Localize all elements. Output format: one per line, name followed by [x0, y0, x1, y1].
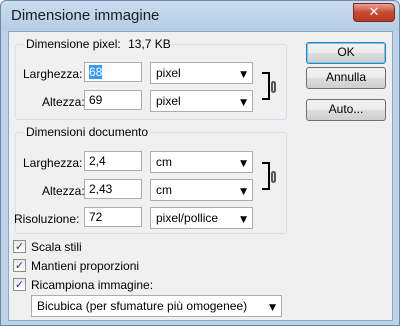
- link-icon: [271, 81, 276, 93]
- resample-image-checkbox[interactable]: ✓: [13, 278, 26, 291]
- doc-height-unit: cm: [156, 183, 172, 197]
- doc-width-unit: cm: [156, 155, 172, 169]
- doc-width-unit-select[interactable]: cm ▼: [150, 151, 253, 173]
- chevron-down-icon: ▼: [240, 159, 247, 169]
- doc-height-value: 2,43: [89, 182, 113, 196]
- close-button[interactable]: ✕: [353, 3, 395, 22]
- close-icon: ✕: [368, 5, 380, 20]
- chevron-down-icon: ▼: [240, 98, 247, 108]
- title-bar[interactable]: Dimensione immagine ✕: [1, 1, 399, 31]
- constrain-proportions-label: Mantieni proporzioni: [31, 259, 140, 273]
- chevron-down-icon: ▼: [240, 187, 247, 197]
- pixel-height-value: 69: [89, 93, 103, 107]
- constrain-proportions-checkbox[interactable]: ✓: [13, 259, 26, 272]
- dialog-content: Dimensione pixel: 13,7 KB Larghezza: 68 …: [8, 31, 393, 321]
- resolution-label: Risoluzione:: [14, 212, 80, 226]
- dialog-title: Dimensione immagine: [11, 7, 160, 24]
- pixel-height-label: Altezza:: [42, 95, 85, 109]
- resample-image-label: Ricampiona immagine:: [31, 278, 154, 292]
- pixel-dimensions-label: Dimensione pixel:: [26, 37, 121, 51]
- resolution-unit-select[interactable]: pixel/pollice ▼: [150, 207, 253, 229]
- pixel-width-input[interactable]: 68: [84, 62, 142, 82]
- resolution-input[interactable]: 72: [84, 207, 142, 227]
- chevron-down-icon: ▼: [240, 215, 247, 225]
- dialog-window: Dimensione immagine ✕ Dimensione pixel: …: [0, 0, 400, 326]
- doc-width-input[interactable]: 2,4: [84, 151, 142, 171]
- pixel-constrain-bracket: [262, 72, 270, 100]
- chevron-down-icon: ▼: [269, 303, 276, 313]
- doc-constrain-bracket: [262, 162, 270, 190]
- cancel-button[interactable]: Annulla: [306, 67, 386, 89]
- resolution-unit: pixel/pollice: [156, 211, 219, 225]
- pixel-dimensions-title: Dimensione pixel: 13,7 KB: [24, 37, 173, 51]
- pixel-width-unit-select[interactable]: pixel ▼: [150, 62, 253, 84]
- doc-height-label: Altezza:: [42, 184, 85, 198]
- pixel-height-unit: pixel: [156, 94, 181, 108]
- doc-width-label: Larghezza:: [23, 156, 83, 170]
- scale-styles-checkbox[interactable]: ✓: [13, 240, 26, 253]
- pixel-width-value: 68: [89, 65, 103, 79]
- resample-method-value: Bicubica (per sfumature più omogenee): [37, 299, 248, 313]
- pixel-width-label: Larghezza:: [23, 67, 83, 81]
- doc-width-value: 2,4: [89, 154, 106, 168]
- doc-height-unit-select[interactable]: cm ▼: [150, 179, 253, 201]
- chevron-down-icon: ▼: [240, 70, 247, 80]
- scale-styles-label: Scala stili: [31, 240, 82, 254]
- pixel-width-unit: pixel: [156, 66, 181, 80]
- resample-method-select[interactable]: Bicubica (per sfumature più omogenee) ▼: [31, 295, 282, 317]
- doc-height-input[interactable]: 2,43: [84, 179, 142, 199]
- auto-button[interactable]: Auto...: [306, 99, 386, 121]
- document-dimensions-title: Dimensioni documento: [24, 125, 151, 139]
- resolution-value: 72: [89, 210, 103, 224]
- pixel-height-unit-select[interactable]: pixel ▼: [150, 90, 253, 112]
- link-icon: [271, 171, 276, 183]
- ok-button[interactable]: OK: [306, 42, 386, 64]
- pixel-height-input[interactable]: 69: [84, 90, 142, 110]
- pixel-dimensions-size: 13,7 KB: [128, 37, 171, 51]
